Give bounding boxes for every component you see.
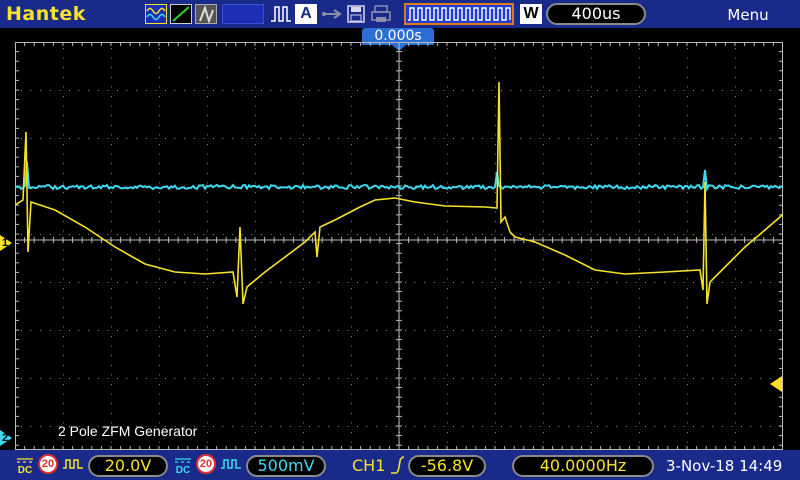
- waveform-memory-icon[interactable]: [404, 3, 514, 25]
- ch1-volts-per-div[interactable]: 20.0V: [88, 455, 168, 477]
- oscilloscope-screen: Hantek A W 400us Menu 0.000s 1 2 2 Pole …: [0, 0, 800, 480]
- waveform-caption: 2 Pole ZFM Generator: [58, 423, 198, 439]
- ch2-dc-coupling-icon[interactable]: DC: [174, 456, 192, 476]
- ch1-marker-label: 1: [1, 237, 9, 249]
- trigger-source[interactable]: CH1: [352, 456, 385, 475]
- persistence-icon[interactable]: [195, 4, 217, 25]
- frequency-readout: 40.0000Hz: [512, 455, 654, 477]
- trigger-level-marker[interactable]: [770, 376, 782, 392]
- ch1-dc-coupling-icon[interactable]: DC: [16, 456, 34, 476]
- trigger-level-value[interactable]: -56.8V: [408, 455, 486, 477]
- top-toolbar: Hantek A W 400us Menu: [0, 0, 800, 28]
- rising-edge-icon[interactable]: [390, 455, 406, 480]
- menu-button[interactable]: Menu: [700, 6, 796, 24]
- waveform-mode-indicator[interactable]: W: [520, 4, 542, 24]
- status-bar: DC 20 20.0V DC 20 500mV CH1 -56.8V 40.00…: [0, 450, 800, 480]
- ch2-coupling-label: DC: [175, 465, 191, 476]
- ch1-invert-icon[interactable]: [62, 456, 84, 477]
- ac-coupling-wave-icon[interactable]: [145, 4, 167, 24]
- ch1-trace: [15, 81, 783, 305]
- ch2-trace: [15, 161, 783, 193]
- date-time: 3-Nov-18 14:49: [666, 457, 783, 475]
- ch2-marker-label: 2: [1, 432, 9, 444]
- save-icon[interactable]: [346, 4, 366, 24]
- ch2-volts-per-div[interactable]: 500mV: [246, 455, 326, 477]
- waveform-traces: [15, 81, 783, 305]
- ch2-invert-icon[interactable]: [220, 456, 242, 477]
- brand-logo: Hantek: [6, 3, 86, 25]
- pulse-icon[interactable]: [270, 4, 292, 24]
- ch1-bandwidth-limit-icon[interactable]: 20: [38, 454, 58, 474]
- status-display-box: [222, 4, 264, 24]
- ramp-icon[interactable]: [170, 4, 192, 24]
- auto-icon[interactable]: A: [295, 4, 317, 24]
- ch1-coupling-label: DC: [17, 465, 33, 476]
- usb-icon[interactable]: [320, 4, 344, 24]
- timebase-display[interactable]: 400us: [546, 3, 646, 25]
- ch2-bandwidth-limit-icon[interactable]: 20: [196, 454, 216, 474]
- print-icon[interactable]: [370, 4, 392, 24]
- waveform-display: [15, 42, 783, 450]
